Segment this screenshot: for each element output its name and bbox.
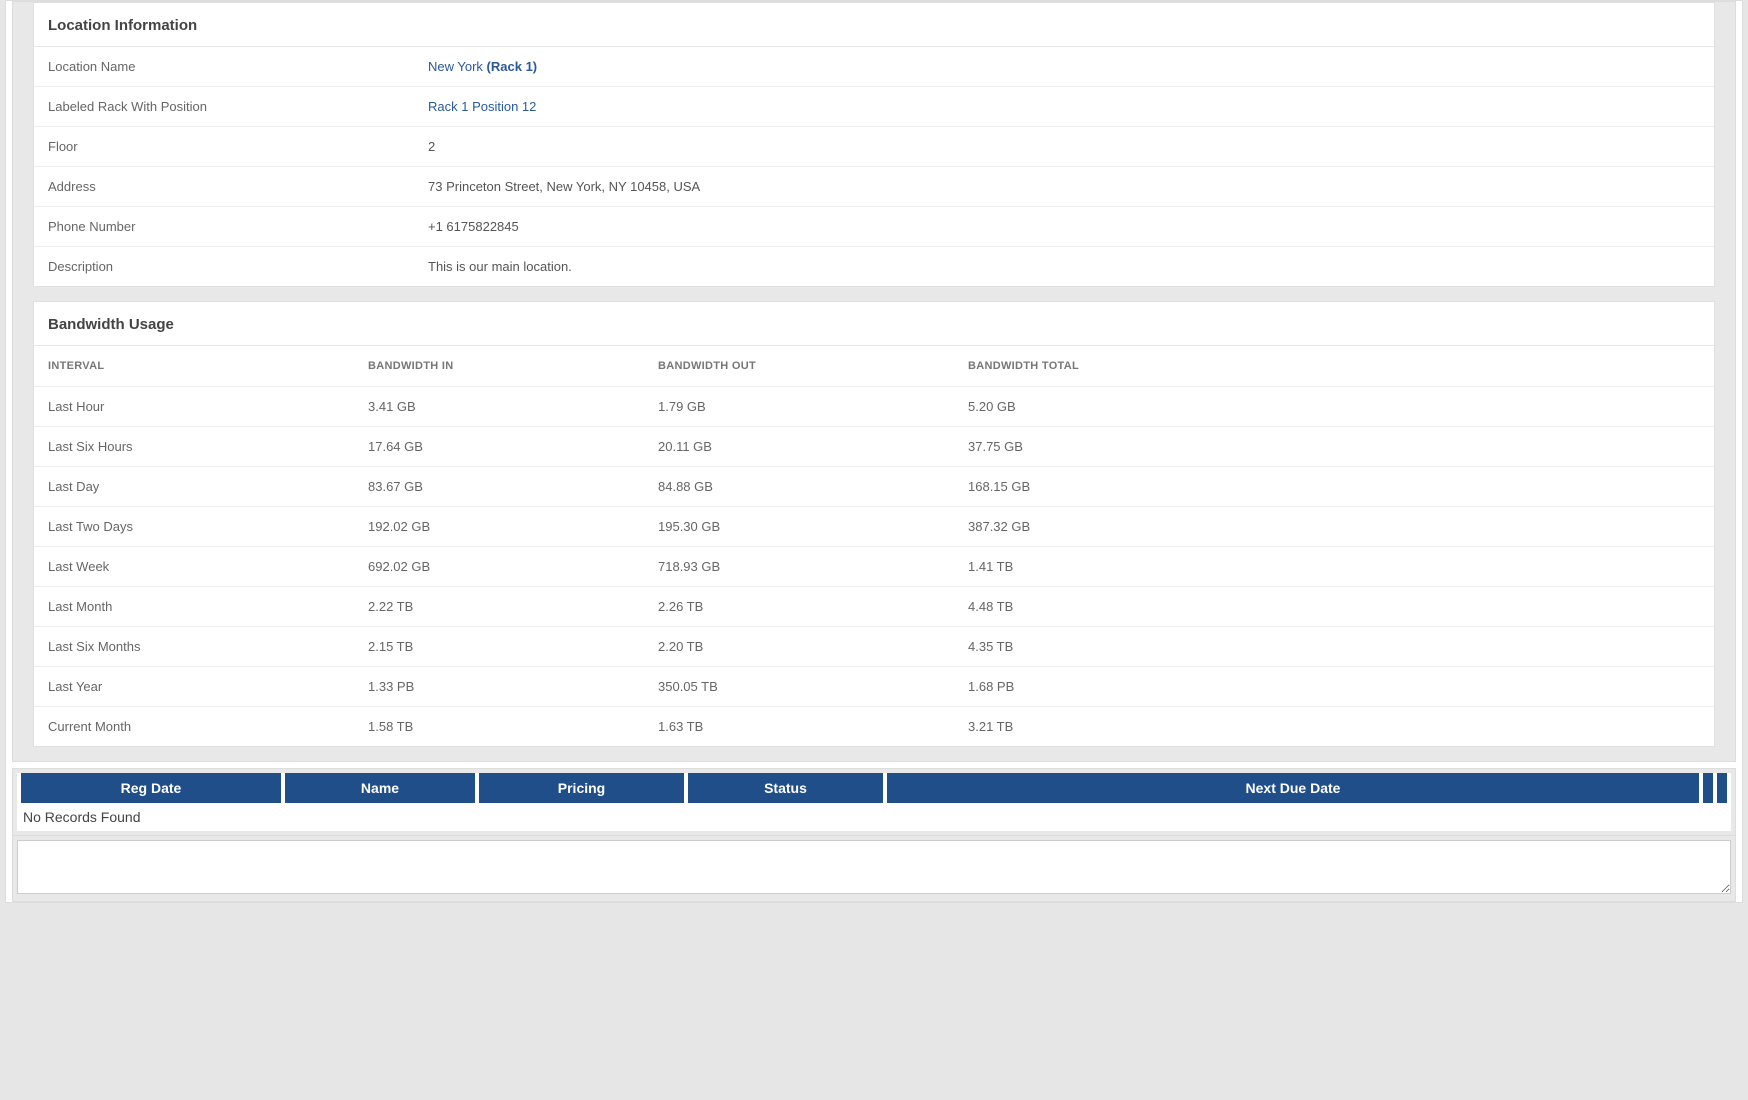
bandwidth-cell-interval: Last Week bbox=[34, 547, 354, 587]
bandwidth-row: Last Year1.33 PB350.05 TB1.68 PB bbox=[34, 667, 1714, 707]
bw-header-interval: INTERVAL bbox=[34, 346, 354, 387]
bw-header-total: BANDWIDTH TOTAL bbox=[954, 346, 1714, 387]
location-row-label: Labeled Rack With Position bbox=[34, 87, 414, 127]
bandwidth-cell-in: 2.22 TB bbox=[354, 587, 644, 627]
location-row: Labeled Rack With Position Rack 1 Positio… bbox=[34, 87, 1714, 127]
location-row-label: Description bbox=[34, 247, 414, 287]
records-section: Reg Date Name Pricing Status Next Due Da… bbox=[12, 768, 1736, 836]
location-info-panel: Location Information Location Name New Yo… bbox=[33, 2, 1715, 287]
bandwidth-cell-in: 17.64 GB bbox=[354, 427, 644, 467]
bandwidth-cell-interval: Last Month bbox=[34, 587, 354, 627]
bandwidth-cell-total: 37.75 GB bbox=[954, 427, 1714, 467]
records-empty-message: No Records Found bbox=[17, 803, 1731, 831]
bandwidth-cell-in: 1.33 PB bbox=[354, 667, 644, 707]
location-row-value: 73 Princeton Street, New York, NY 10458,… bbox=[414, 167, 1714, 207]
bandwidth-cell-in: 3.41 GB bbox=[354, 387, 644, 427]
location-row: Phone Number+1 6175822845 bbox=[34, 207, 1714, 247]
location-row-label: Phone Number bbox=[34, 207, 414, 247]
bandwidth-cell-interval: Current Month bbox=[34, 707, 354, 747]
location-row: Location Name New York (Rack 1) bbox=[34, 47, 1714, 87]
bandwidth-cell-total: 1.41 TB bbox=[954, 547, 1714, 587]
bandwidth-cell-total: 5.20 GB bbox=[954, 387, 1714, 427]
location-link[interactable]: New York (Rack 1) bbox=[428, 59, 537, 74]
location-row-value: 2 bbox=[414, 127, 1714, 167]
bandwidth-cell-in: 692.02 GB bbox=[354, 547, 644, 587]
location-link-rack: (Rack 1) bbox=[487, 59, 538, 74]
bandwidth-row: Last Day83.67 GB84.88 GB168.15 GB bbox=[34, 467, 1714, 507]
bandwidth-cell-out: 350.05 TB bbox=[644, 667, 954, 707]
location-row-label: Floor bbox=[34, 127, 414, 167]
bandwidth-cell-interval: Last Six Months bbox=[34, 627, 354, 667]
records-header-reg-date[interactable]: Reg Date bbox=[21, 773, 281, 803]
bandwidth-row: Last Six Hours17.64 GB20.11 GB37.75 GB bbox=[34, 427, 1714, 467]
records-header-status[interactable]: Status bbox=[688, 773, 883, 803]
notes-textarea[interactable] bbox=[17, 840, 1731, 894]
location-info-table: Location Name New York (Rack 1) Labeled Ra… bbox=[34, 47, 1714, 286]
location-row-label: Address bbox=[34, 167, 414, 207]
bandwidth-cell-total: 168.15 GB bbox=[954, 467, 1714, 507]
bandwidth-cell-total: 387.32 GB bbox=[954, 507, 1714, 547]
location-row-value: Rack 1 Position 12 bbox=[414, 87, 1714, 127]
location-row-value: This is our main location. bbox=[414, 247, 1714, 287]
location-link-city: New York bbox=[428, 59, 487, 74]
bandwidth-cell-total: 3.21 TB bbox=[954, 707, 1714, 747]
bandwidth-usage-title: Bandwidth Usage bbox=[34, 302, 1714, 346]
bandwidth-cell-interval: Last Day bbox=[34, 467, 354, 507]
bandwidth-cell-out: 1.63 TB bbox=[644, 707, 954, 747]
records-header-pricing[interactable]: Pricing bbox=[479, 773, 684, 803]
location-row-value: +1 6175822845 bbox=[414, 207, 1714, 247]
bw-header-out: BANDWIDTH OUT bbox=[644, 346, 954, 387]
bandwidth-cell-out: 1.79 GB bbox=[644, 387, 954, 427]
bandwidth-cell-out: 2.20 TB bbox=[644, 627, 954, 667]
records-header-action-1[interactable] bbox=[1703, 773, 1713, 803]
bandwidth-usage-table: INTERVAL BANDWIDTH IN BANDWIDTH OUT BAND… bbox=[34, 346, 1714, 746]
bandwidth-cell-in: 192.02 GB bbox=[354, 507, 644, 547]
bandwidth-cell-out: 20.11 GB bbox=[644, 427, 954, 467]
bandwidth-row: Last Week692.02 GB718.93 GB1.41 TB bbox=[34, 547, 1714, 587]
location-row: DescriptionThis is our main location. bbox=[34, 247, 1714, 287]
bandwidth-cell-interval: Last Two Days bbox=[34, 507, 354, 547]
bandwidth-row: Last Hour3.41 GB1.79 GB5.20 GB bbox=[34, 387, 1714, 427]
bandwidth-row: Current Month1.58 TB1.63 TB3.21 TB bbox=[34, 707, 1714, 747]
bandwidth-cell-out: 195.30 GB bbox=[644, 507, 954, 547]
bandwidth-cell-interval: Last Year bbox=[34, 667, 354, 707]
bw-header-in: BANDWIDTH IN bbox=[354, 346, 644, 387]
bandwidth-usage-panel: Bandwidth Usage INTERVAL BANDWIDTH IN BA… bbox=[33, 301, 1715, 747]
records-header-next-due[interactable]: Next Due Date bbox=[887, 773, 1699, 803]
bandwidth-row: Last Two Days192.02 GB195.30 GB387.32 GB bbox=[34, 507, 1714, 547]
location-info-title: Location Information bbox=[34, 3, 1714, 47]
location-row: Address73 Princeton Street, New York, NY… bbox=[34, 167, 1714, 207]
bandwidth-cell-total: 1.68 PB bbox=[954, 667, 1714, 707]
location-row-label: Location Name bbox=[34, 47, 414, 87]
records-table: Reg Date Name Pricing Status Next Due Da… bbox=[17, 773, 1731, 803]
app-content: Location Information Location Name New Yo… bbox=[5, 0, 1743, 903]
bandwidth-cell-out: 2.26 TB bbox=[644, 587, 954, 627]
records-header-name[interactable]: Name bbox=[285, 773, 475, 803]
notes-section bbox=[12, 836, 1736, 902]
details-panel-container: Location Information Location Name New Yo… bbox=[12, 1, 1736, 762]
bandwidth-cell-total: 4.48 TB bbox=[954, 587, 1714, 627]
bandwidth-cell-out: 84.88 GB bbox=[644, 467, 954, 507]
location-row-value: New York (Rack 1) bbox=[414, 47, 1714, 87]
bandwidth-cell-in: 1.58 TB bbox=[354, 707, 644, 747]
bandwidth-cell-out: 718.93 GB bbox=[644, 547, 954, 587]
bandwidth-cell-in: 2.15 TB bbox=[354, 627, 644, 667]
bandwidth-row: Last Month2.22 TB2.26 TB4.48 TB bbox=[34, 587, 1714, 627]
location-row: Floor2 bbox=[34, 127, 1714, 167]
bandwidth-cell-in: 83.67 GB bbox=[354, 467, 644, 507]
location-link[interactable]: Rack 1 Position 12 bbox=[428, 99, 536, 114]
bandwidth-cell-interval: Last Six Hours bbox=[34, 427, 354, 467]
bandwidth-cell-total: 4.35 TB bbox=[954, 627, 1714, 667]
bandwidth-row: Last Six Months2.15 TB2.20 TB4.35 TB bbox=[34, 627, 1714, 667]
location-link-text: Rack 1 Position 12 bbox=[428, 99, 536, 114]
records-header-action-2[interactable] bbox=[1717, 773, 1727, 803]
bandwidth-cell-interval: Last Hour bbox=[34, 387, 354, 427]
